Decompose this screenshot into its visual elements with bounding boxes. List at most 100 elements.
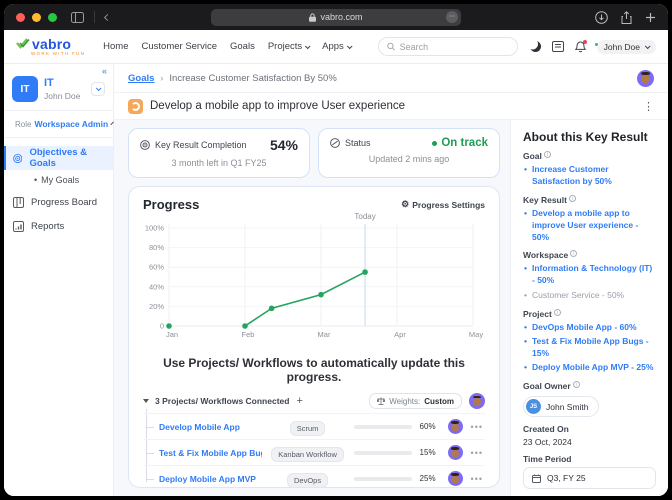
owner-avatar[interactable] [469, 393, 485, 409]
project-row: Test & Fix Mobile App Bugs Kanban Workfl… [143, 439, 485, 465]
menu-item-apps[interactable]: Apps [322, 41, 351, 52]
vabro-logo[interactable]: vabro Work With Fun [16, 37, 85, 57]
svg-text:100%: 100% [145, 224, 165, 233]
sidebar-item-objectives-goals[interactable]: Objectives & Goals [4, 146, 113, 170]
info-icon: i [554, 309, 561, 316]
progress-chart: 020%40%60%80%100%JanFebMarAprMayToday [143, 212, 485, 352]
workspace-item[interactable]: Customer Service - 50% [523, 290, 656, 302]
sidebar-toggle-icon[interactable] [71, 12, 84, 23]
chevron-down-icon [111, 122, 115, 126]
lock-icon [309, 13, 316, 22]
online-status-dot [594, 42, 599, 47]
role-selector[interactable]: Role Workspace Admin [4, 119, 113, 129]
svg-text:Jan: Jan [166, 330, 178, 339]
sidebar-item-label: Reports [31, 221, 64, 232]
svg-text:May: May [469, 330, 483, 339]
workspace-switcher[interactable]: IT IT John Doe [4, 68, 113, 102]
assignee-avatar[interactable] [448, 419, 463, 434]
back-icon[interactable] [104, 13, 111, 20]
search-box[interactable] [378, 37, 518, 56]
project-link[interactable]: Test & Fix Mobile App Bugs [159, 448, 262, 458]
user-menu[interactable]: John Doe [597, 40, 656, 54]
sidebar-item-my-goals[interactable]: My Goals [4, 170, 113, 190]
svg-text:40%: 40% [149, 282, 164, 291]
sidebar-collapse-icon[interactable]: « [102, 66, 107, 76]
key-result-link[interactable]: Develop a mobile app to improve User exp… [523, 208, 656, 244]
progress-card: Progress ⚙Progress Settings 0 20% 40% 60% 80… [128, 186, 500, 488]
workspace-chevron-button[interactable] [91, 82, 105, 96]
logo-tagline: Work With Fun [16, 52, 85, 57]
kebab-menu-icon[interactable]: ⋮ [643, 100, 654, 113]
status-label: Status [345, 138, 371, 148]
activity-log-icon[interactable] [552, 41, 564, 52]
logo-check-icon [16, 38, 30, 49]
svg-text:20%: 20% [149, 302, 164, 311]
row-menu-icon[interactable]: ••• [471, 474, 485, 484]
completion-card: Key Result Completion 54% 3 month left i… [128, 128, 310, 178]
project-link[interactable]: Test & Fix Mobile App Bugs - 15% [523, 336, 656, 360]
row-menu-icon[interactable]: ••• [471, 448, 485, 458]
project-link[interactable]: Develop Mobile App [159, 422, 262, 432]
progress-percent: 60% [420, 422, 440, 431]
divider [4, 110, 113, 111]
calendar-icon [532, 474, 541, 483]
role-label: Role [15, 120, 31, 129]
breadcrumb-goals-link[interactable]: Goals [128, 73, 154, 84]
goal-owner-chip[interactable]: JS John Smith [523, 396, 599, 417]
assignee-avatar[interactable] [448, 471, 463, 486]
projects-list: Develop Mobile App Scrum 60% ••• Test & … [143, 413, 485, 491]
search-input[interactable] [400, 42, 509, 52]
svg-text:0: 0 [160, 322, 164, 331]
progress-title: Progress [143, 197, 199, 212]
project-row: Develop Mobile App Scrum 60% ••• [143, 413, 485, 439]
status-icon [330, 138, 340, 148]
gear-icon: ⚙ [401, 199, 409, 210]
project-link[interactable]: Deploy Mobile App MVP [159, 474, 262, 484]
progress-bar [354, 425, 412, 429]
main-menu: Home Customer Service Goals Projects App… [103, 41, 351, 52]
time-period-input[interactable]: Q3, FY 25 [523, 467, 656, 489]
main-content: Key Result Completion 54% 3 month left i… [114, 120, 510, 496]
framework-badge: DevOps [270, 470, 346, 488]
row-menu-icon[interactable]: ••• [471, 422, 485, 432]
url-text: vabro.com [320, 12, 362, 22]
progress-settings-button[interactable]: ⚙Progress Settings [401, 199, 485, 210]
extensions-icon[interactable]: ⋯ [446, 11, 458, 23]
downloads-icon[interactable] [595, 11, 608, 24]
dark-mode-icon[interactable] [530, 41, 541, 52]
weights-button[interactable]: Weights: Custom [369, 393, 462, 409]
owner-initials-avatar: JS [526, 399, 541, 414]
close-window-button[interactable] [16, 13, 25, 22]
menu-item-customer-service[interactable]: Customer Service [142, 41, 218, 52]
sidebar-item-progress-board[interactable]: Progress Board [4, 190, 113, 214]
project-link[interactable]: Deploy Mobile App MVP - 25% [523, 362, 656, 374]
collaborator-avatar[interactable] [637, 70, 654, 87]
breadcrumb-separator: › [160, 73, 163, 83]
window-controls [16, 13, 57, 22]
address-bar[interactable]: vabro.com ⋯ [211, 9, 461, 26]
report-icon [13, 221, 24, 232]
project-link[interactable]: DevOps Mobile App - 60% [523, 322, 656, 334]
menu-item-goals[interactable]: Goals [230, 41, 255, 52]
sidebar-item-reports[interactable]: Reports [4, 214, 113, 238]
menu-item-home[interactable]: Home [103, 41, 128, 52]
assignee-avatar[interactable] [448, 445, 463, 460]
goal-link[interactable]: Increase Customer Satisfaction by 50% [523, 164, 656, 188]
svg-text:80%: 80% [149, 243, 164, 252]
notifications-bell-icon[interactable] [575, 41, 586, 53]
menu-item-projects[interactable]: Projects [268, 41, 309, 52]
share-icon[interactable] [621, 11, 632, 24]
new-tab-icon[interactable] [645, 12, 656, 23]
zoom-window-button[interactable] [48, 13, 57, 22]
svg-text:Feb: Feb [242, 330, 255, 339]
about-panel: About this Key Result Goali Increase Cus… [510, 120, 668, 496]
minimize-window-button[interactable] [32, 13, 41, 22]
completion-label: Key Result Completion [155, 140, 247, 150]
chevron-down-icon [347, 43, 353, 49]
connected-projects-label: 3 Projects/ Workflows Connected [155, 396, 289, 406]
add-project-button[interactable]: + [296, 395, 302, 407]
user-name: John Doe [604, 42, 640, 52]
collapse-projects-icon[interactable] [143, 399, 149, 403]
status-value: On track [432, 137, 488, 149]
workspace-link[interactable]: Information & Technology (IT) - 50% [523, 263, 656, 287]
